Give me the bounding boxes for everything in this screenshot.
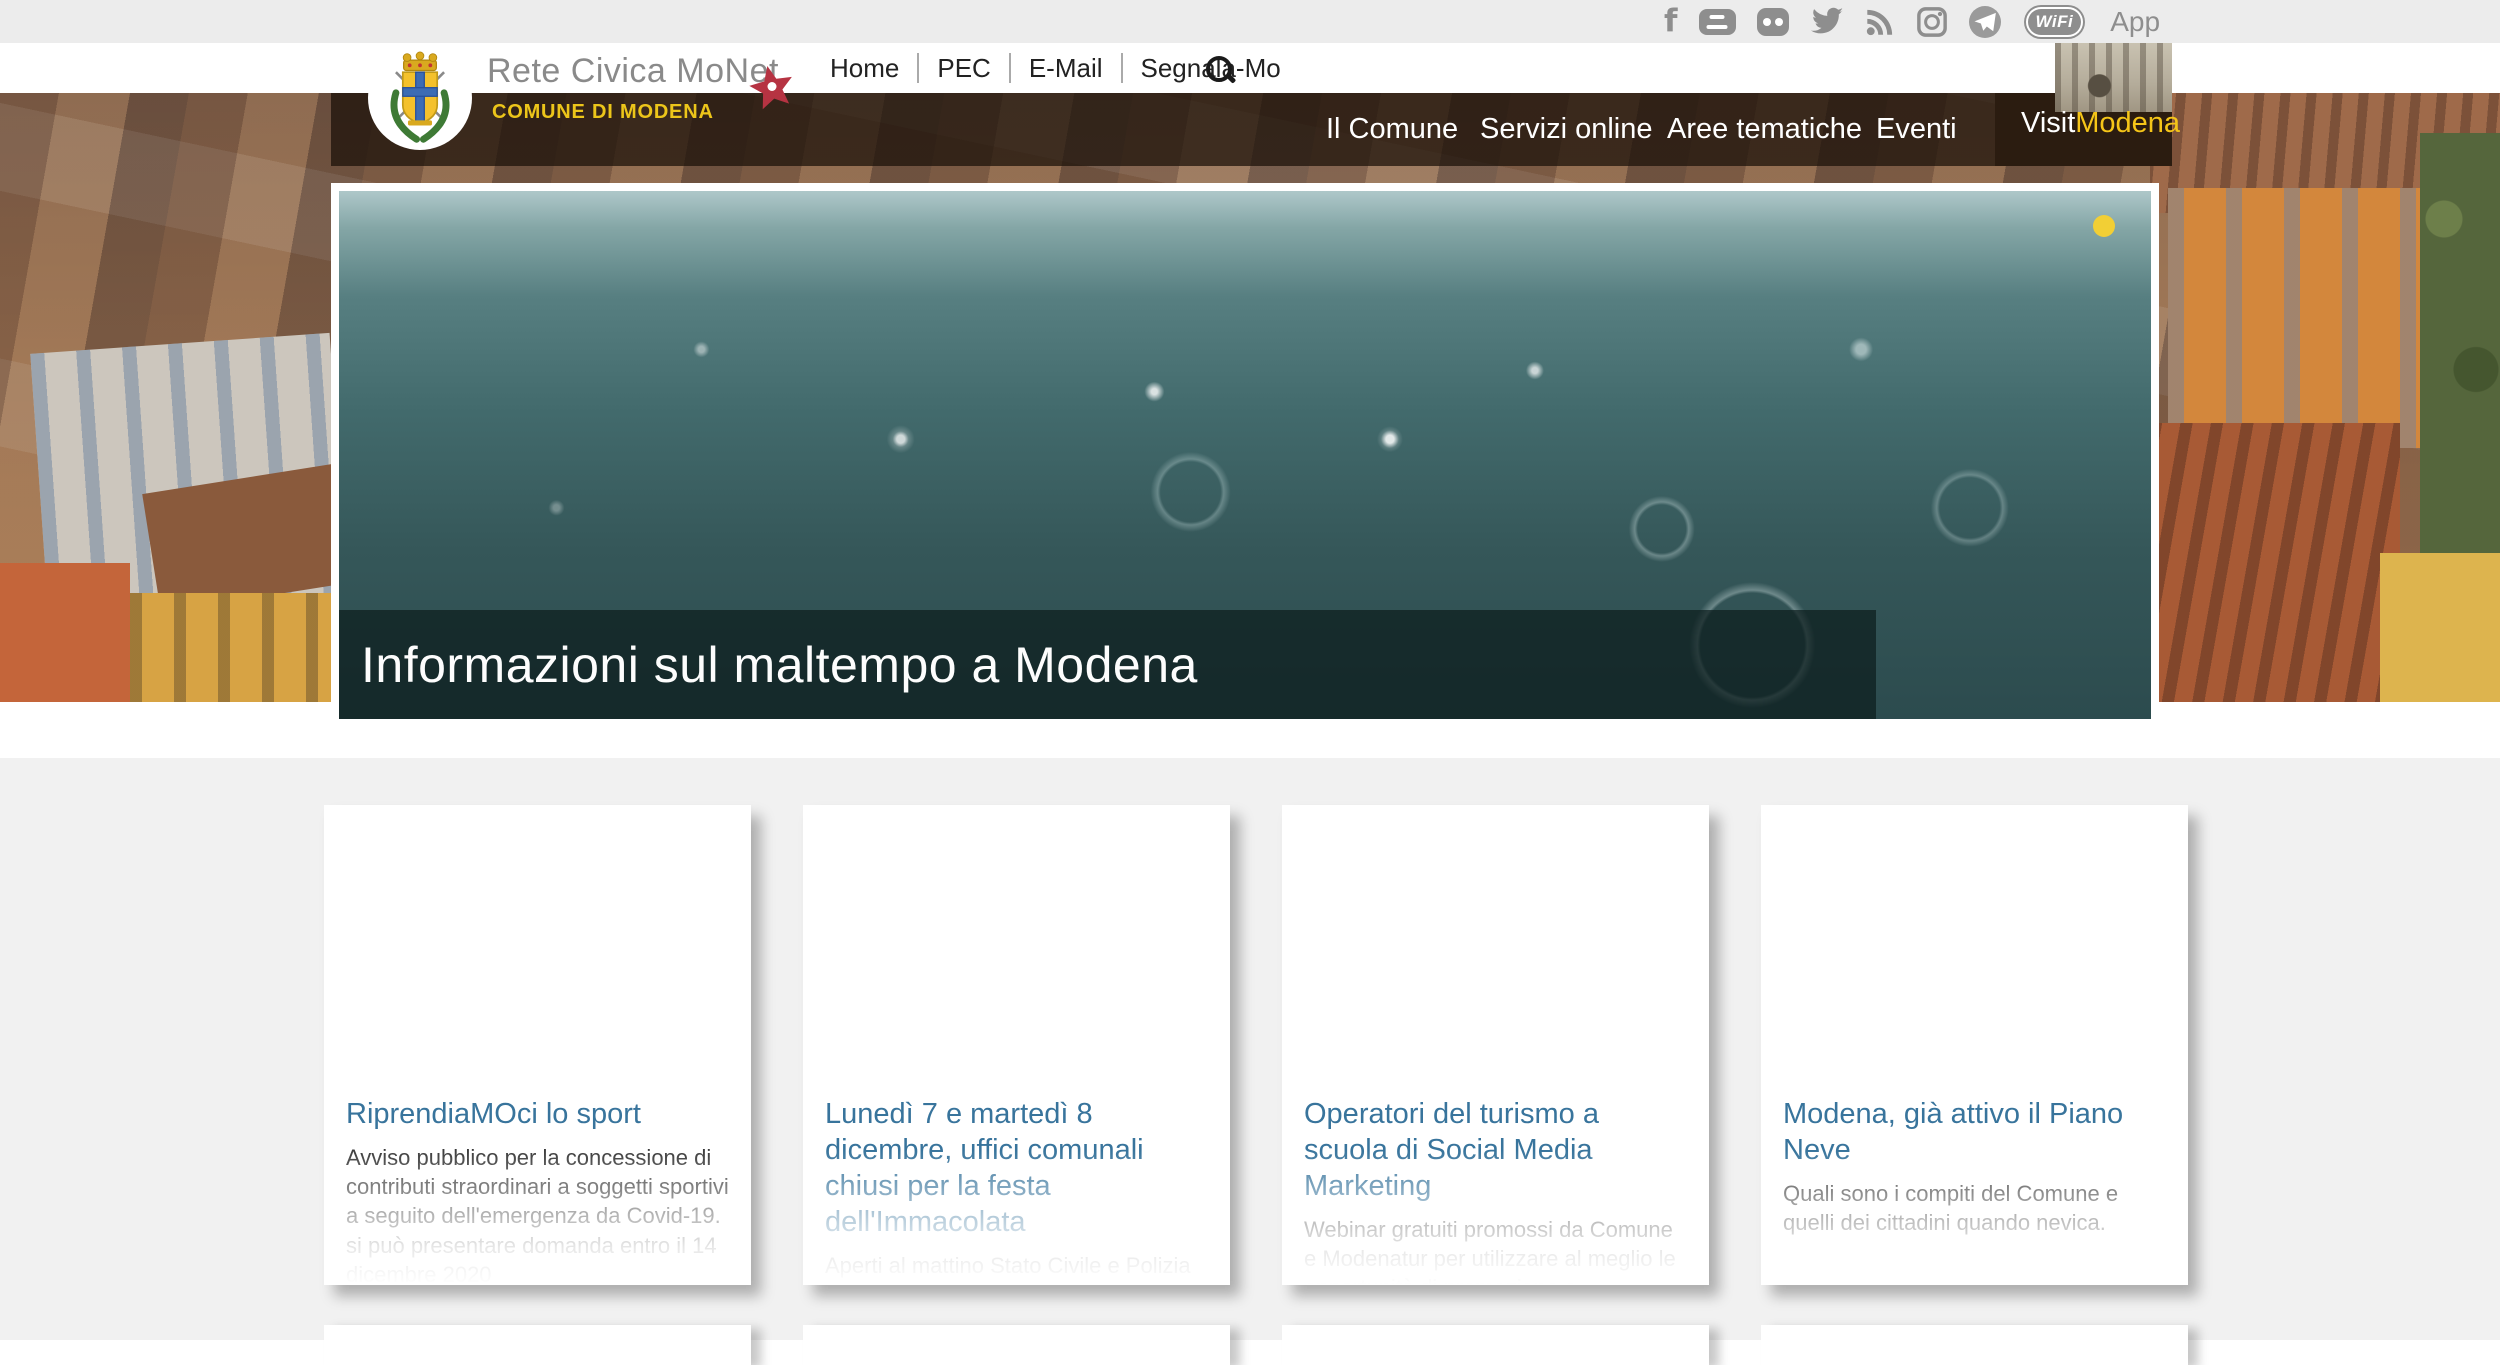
photo-orange-building-right (2168, 188, 2438, 448)
news-card-partial[interactable] (803, 1325, 1230, 1365)
nav-item-il-comune[interactable]: Il Comune (1326, 93, 1458, 166)
flickr-icon[interactable] (1757, 8, 1789, 36)
header-link-email[interactable]: E-Mail (1029, 53, 1103, 84)
page: { "topbar": { "wifi_label": "WiFi", "app… (0, 0, 2500, 1340)
nav-item-aree-tematiche[interactable]: Aree tematiche (1667, 93, 1862, 166)
photo-orange-building-left (0, 563, 130, 702)
facebook-icon[interactable]: f (1664, 6, 1678, 37)
hero-title: Informazioni sul maltempo a Modena (339, 636, 1198, 694)
header-link-home[interactable]: Home (830, 53, 899, 84)
divider (1121, 53, 1123, 83)
hero-carousel[interactable]: Informazioni sul maltempo a Modena (331, 183, 2159, 727)
wifi-label: WiFi (2036, 12, 2074, 32)
news-card-partial[interactable] (324, 1325, 751, 1365)
duomo-tower-image (2055, 43, 2172, 112)
youtube-icon[interactable] (1699, 9, 1736, 35)
news-card[interactable]: Modena, già attivo il Piano Neve Quali s… (1761, 805, 2188, 1285)
photo-yellow-building-left (130, 593, 340, 702)
divider (1009, 53, 1011, 83)
card-fade-overlay (1282, 1150, 1709, 1285)
carousel-dot[interactable] (2093, 215, 2115, 237)
app-link[interactable]: App (2110, 6, 2160, 38)
nav-item-eventi[interactable]: Eventi (1876, 93, 1957, 166)
card-title[interactable]: RiprendiaMOci lo sport (346, 1097, 731, 1133)
instagram-icon[interactable] (1916, 6, 1948, 38)
twitter-icon[interactable] (1810, 7, 1844, 36)
card-fade-overlay (324, 1150, 751, 1285)
news-card-partial[interactable] (1282, 1325, 1709, 1365)
telegram-icon[interactable] (1969, 6, 2001, 38)
site-name[interactable]: Rete Civica MoNet (487, 52, 779, 91)
comune-logo[interactable] (368, 46, 472, 150)
news-card[interactable]: Lunedì 7 e martedì 8 dicembre, uffici co… (803, 805, 1230, 1285)
site-subtitle: COMUNE DI MODENA (492, 101, 714, 124)
news-card[interactable]: RiprendiaMOci lo sport Avviso pubblico p… (324, 805, 751, 1285)
topbar: f WiFi App (0, 0, 2500, 44)
rss-icon[interactable] (1865, 7, 1895, 37)
nav-item-servizi-online[interactable]: Servizi online (1480, 93, 1652, 166)
wifi-badge[interactable]: WiFi (2026, 7, 2084, 37)
card-image-placeholder (324, 805, 751, 1090)
photo-roof-right (2150, 423, 2400, 702)
coat-of-arms-icon (377, 48, 463, 148)
nav-item-visitmodena[interactable]: VisitModena (2021, 107, 2180, 140)
news-card-partial[interactable] (1761, 1325, 2188, 1365)
card-image-placeholder (1761, 805, 2188, 1090)
card-fade-overlay (803, 1150, 1230, 1285)
divider (917, 53, 919, 83)
search-icon[interactable] (1204, 54, 1238, 88)
photo-yellow-building-right (2380, 553, 2500, 702)
header-link-pec[interactable]: PEC (937, 53, 990, 84)
news-card[interactable]: Operatori del turismo a scuola di Social… (1282, 805, 1709, 1285)
card-fade-overlay (1761, 1150, 2188, 1285)
social-icon-row: f WiFi App (1664, 0, 2160, 43)
hero-title-band: Informazioni sul maltempo a Modena (339, 610, 1876, 719)
card-image-placeholder (803, 805, 1230, 1090)
star-icon (748, 64, 796, 112)
card-image-placeholder (1282, 805, 1709, 1090)
photo-trees (2420, 133, 2500, 563)
